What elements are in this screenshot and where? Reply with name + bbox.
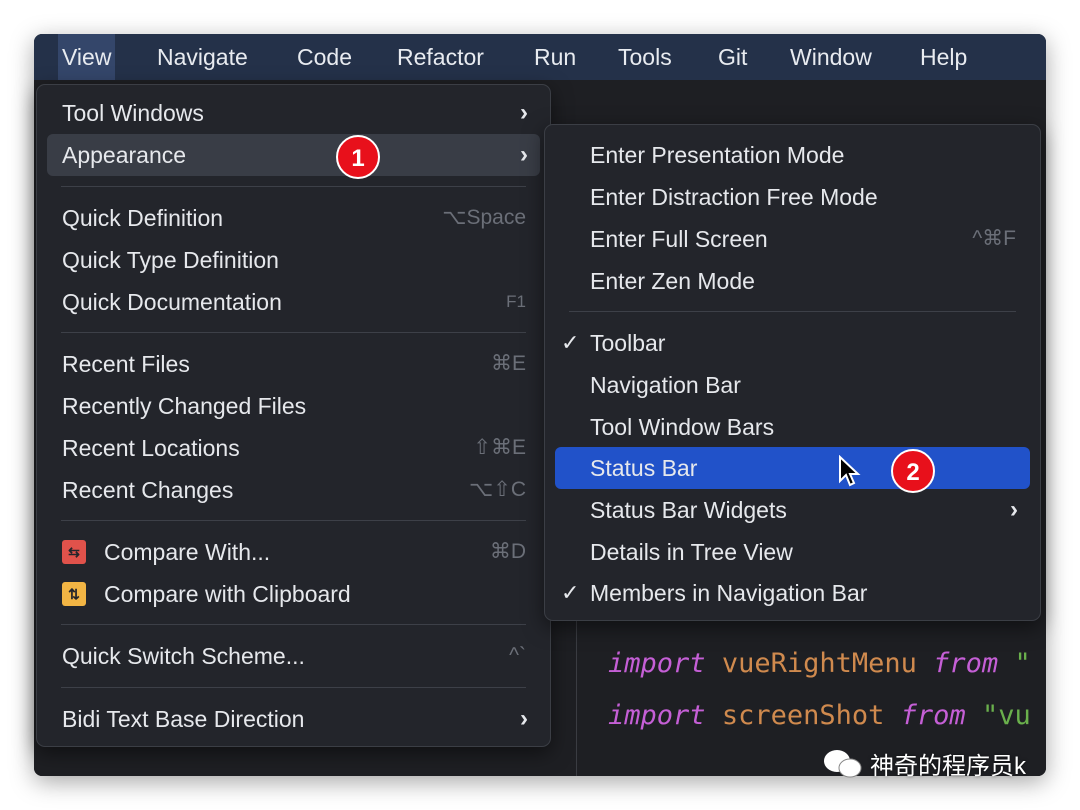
- separator: [61, 332, 526, 333]
- menu-item-quick-switch-scheme[interactable]: Quick Switch Scheme... ^`: [47, 635, 540, 677]
- menu-navigate[interactable]: Navigate: [153, 34, 252, 80]
- chevron-right-icon: ›: [520, 141, 528, 168]
- menu-item-compare-clipboard[interactable]: ⇅ Compare with Clipboard: [47, 573, 540, 615]
- label: Enter Zen Mode: [590, 268, 755, 294]
- string: ": [1014, 648, 1031, 679]
- label: Recently Changed Files: [62, 393, 307, 419]
- watermark: 神奇的程序员k: [822, 746, 1026, 781]
- label: Compare With...: [104, 539, 271, 565]
- wechat-icon: [824, 749, 862, 777]
- label: Details in Tree View: [590, 539, 793, 565]
- chevron-right-icon: ›: [520, 99, 528, 126]
- label: Quick Type Definition: [62, 247, 279, 273]
- shortcut: F1: [506, 292, 526, 311]
- menu-bar: View Navigate Code Refactor Run Tools Gi…: [34, 34, 1046, 80]
- menu-item-recently-changed-files[interactable]: Recently Changed Files: [47, 385, 540, 427]
- shortcut: ⌘E: [490, 352, 526, 375]
- menu-window[interactable]: Window: [786, 34, 876, 80]
- identifier: vueRightMenu: [721, 648, 917, 679]
- menu-code[interactable]: Code: [293, 34, 356, 80]
- menu-item-compare-with[interactable]: ⇆ Compare With... ⌘D: [47, 531, 540, 573]
- shortcut: ⌘D: [489, 540, 526, 563]
- gutter-divider: [576, 620, 577, 776]
- menu-view[interactable]: View: [58, 34, 116, 80]
- menu-item-tool-window-bars[interactable]: Tool Window Bars: [555, 406, 1030, 448]
- step-badge-1: 1: [336, 135, 380, 179]
- shortcut: ⇧⌘E: [473, 436, 526, 459]
- menu-item-bidi[interactable]: Bidi Text Base Direction ›: [47, 698, 540, 740]
- checkmark-icon: ✓: [561, 330, 580, 355]
- menu-item-quick-definition[interactable]: Quick Definition ⌥Space: [47, 197, 540, 239]
- menu-item-details-tree-view[interactable]: Details in Tree View: [555, 531, 1030, 573]
- chevron-right-icon: ›: [520, 705, 528, 732]
- separator: [61, 687, 526, 688]
- string: "vu: [981, 700, 1031, 731]
- label: Toolbar: [590, 330, 666, 356]
- shortcut: ^`: [509, 644, 526, 667]
- label: Quick Switch Scheme...: [62, 643, 305, 669]
- checkmark-icon: ✓: [561, 580, 580, 605]
- view-menu: Tool Windows › Appearance › Quick Definiti…: [36, 84, 551, 747]
- menu-help[interactable]: Help: [916, 34, 971, 80]
- menu-item-recent-locations[interactable]: Recent Locations ⇧⌘E: [47, 427, 540, 469]
- menu-item-quick-documentation[interactable]: Quick Documentation F1: [47, 281, 540, 323]
- menu-item-quick-type-definition[interactable]: Quick Type Definition: [47, 239, 540, 281]
- compare-icon: ⇆: [62, 540, 86, 564]
- separator: [61, 186, 526, 187]
- shortcut: ⌥Space: [442, 206, 526, 229]
- label: Status Bar: [590, 455, 698, 481]
- appearance-submenu: Enter Presentation Mode Enter Distractio…: [544, 124, 1041, 621]
- menu-item-tool-windows[interactable]: Tool Windows ›: [47, 92, 540, 134]
- menu-item-navigation-bar[interactable]: Navigation Bar: [555, 364, 1030, 406]
- menu-git[interactable]: Git: [714, 34, 751, 80]
- label: Recent Files: [62, 351, 190, 377]
- keyword: from: [900, 700, 966, 731]
- menu-item-distraction-free[interactable]: Enter Distraction Free Mode: [555, 176, 1030, 218]
- clipboard-compare-icon: ⇅: [62, 582, 86, 606]
- label: Navigation Bar: [590, 372, 741, 398]
- keyword: import: [608, 700, 706, 731]
- label: Compare with Clipboard: [104, 581, 351, 607]
- label: Status Bar Widgets: [590, 497, 787, 523]
- menu-run[interactable]: Run: [530, 34, 580, 80]
- separator: [61, 520, 526, 521]
- menu-item-status-bar-widgets[interactable]: Status Bar Widgets ›: [555, 489, 1030, 531]
- label: Enter Full Screen: [590, 226, 768, 252]
- keyword: import: [608, 648, 706, 679]
- label: Enter Presentation Mode: [590, 142, 845, 168]
- shortcut: ⌥⇧C: [469, 478, 526, 501]
- label: Tool Windows: [62, 100, 204, 126]
- menu-item-presentation-mode[interactable]: Enter Presentation Mode: [555, 134, 1030, 176]
- label: Quick Documentation: [62, 289, 282, 315]
- label: Appearance: [62, 142, 187, 168]
- label: Members in Navigation Bar: [590, 580, 868, 606]
- label: Bidi Text Base Direction: [62, 706, 305, 732]
- chevron-right-icon: ›: [1010, 496, 1018, 523]
- menu-item-toolbar[interactable]: ✓ Toolbar: [555, 322, 1030, 364]
- watermark-text: 神奇的程序员k: [870, 753, 1026, 780]
- menu-item-full-screen[interactable]: Enter Full Screen ^⌘F: [555, 218, 1030, 260]
- identifier: screenShot: [721, 700, 885, 731]
- menu-item-recent-files[interactable]: Recent Files ⌘E: [47, 343, 540, 385]
- label: Recent Locations: [62, 435, 240, 461]
- menu-item-members-nav-bar[interactable]: ✓ Members in Navigation Bar: [555, 572, 1030, 614]
- code-line: import vueRightMenu from ": [608, 648, 1031, 679]
- separator: [569, 311, 1016, 312]
- menu-item-appearance[interactable]: Appearance ›: [47, 134, 540, 176]
- step-badge-2: 2: [891, 449, 935, 493]
- label: Recent Changes: [62, 477, 234, 503]
- shortcut: ^⌘F: [972, 227, 1016, 250]
- label: Enter Distraction Free Mode: [590, 184, 878, 210]
- mouse-cursor-icon: [839, 455, 861, 487]
- code-line: import screenShot from "vu: [608, 700, 1031, 731]
- menu-refactor[interactable]: Refactor: [393, 34, 488, 80]
- menu-item-zen-mode[interactable]: Enter Zen Mode: [555, 260, 1030, 302]
- separator: [61, 624, 526, 625]
- menu-item-status-bar[interactable]: Status Bar: [555, 447, 1030, 489]
- label: Quick Definition: [62, 205, 224, 231]
- menu-tools[interactable]: Tools: [614, 34, 676, 80]
- menu-item-recent-changes[interactable]: Recent Changes ⌥⇧C: [47, 469, 540, 511]
- keyword: from: [933, 648, 999, 679]
- label: Tool Window Bars: [590, 414, 775, 440]
